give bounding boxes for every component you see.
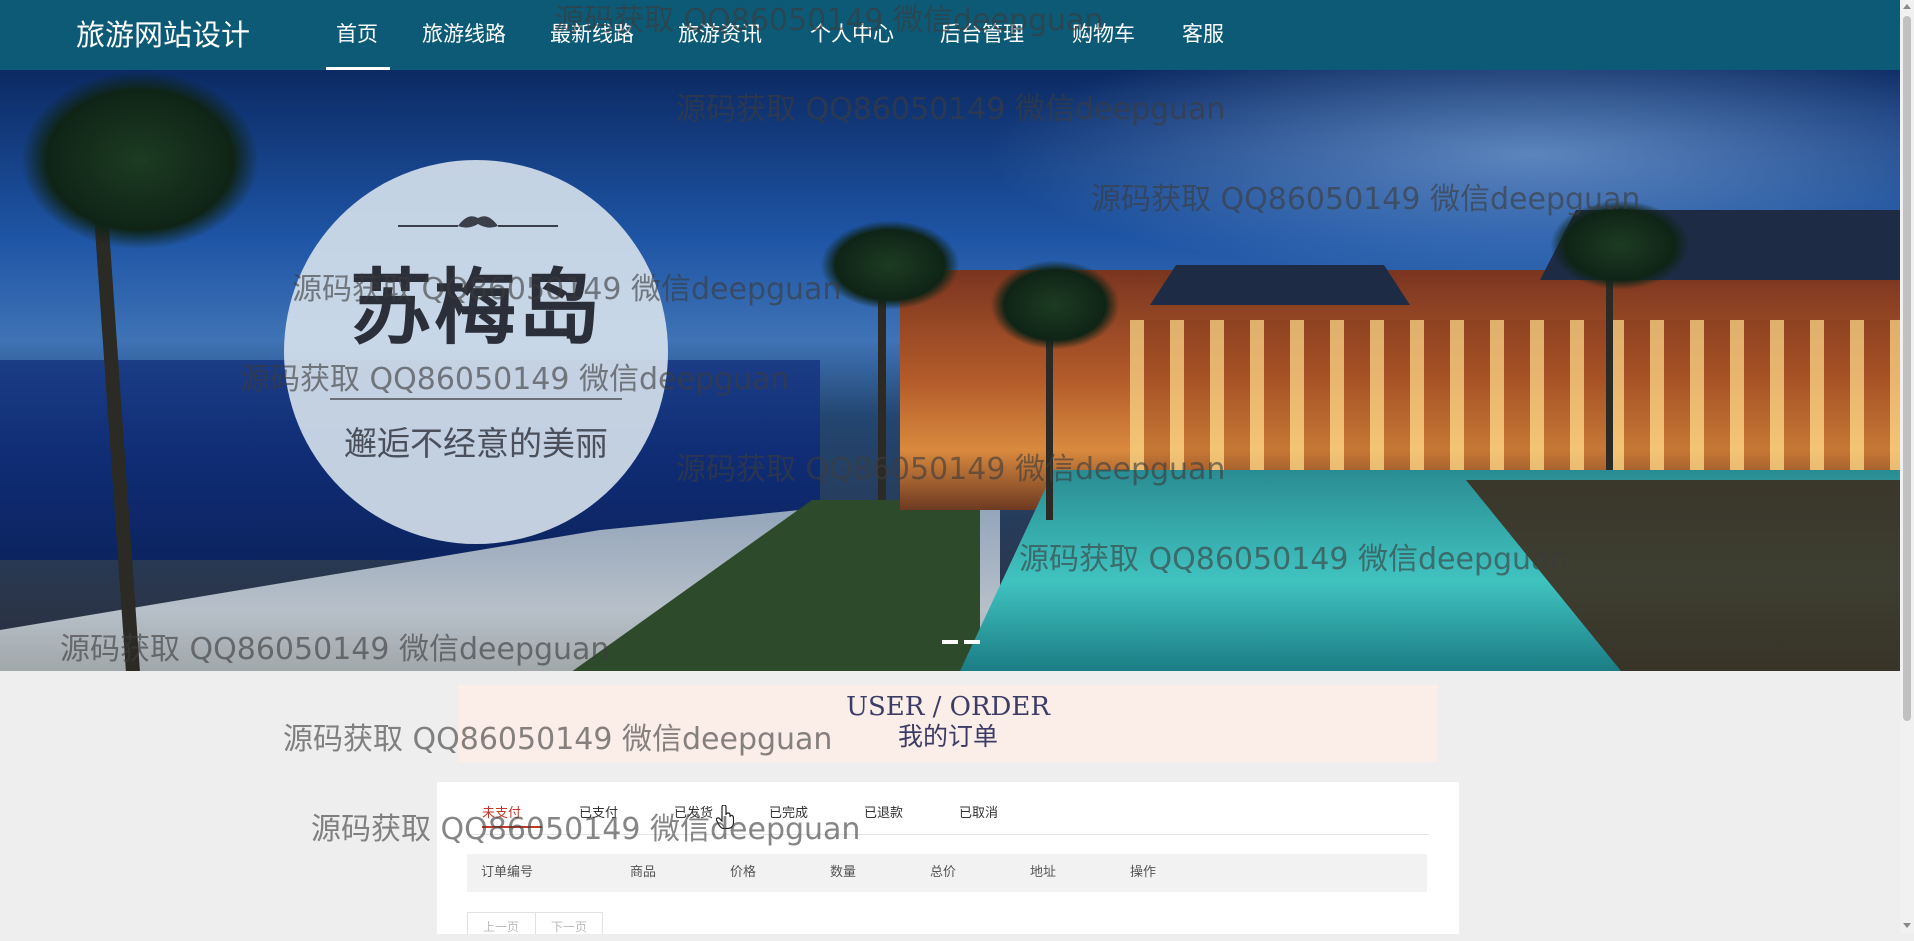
column-header: 价格 <box>730 865 757 880</box>
column-header: 操作 <box>1130 865 1157 880</box>
watermark-text: 源码获取 QQ86050149 微信deepguan <box>554 3 1104 38</box>
carousel-dot[interactable] <box>964 640 980 644</box>
pagination: 上一页 下一页 <box>467 912 603 935</box>
watermark-text: 源码获取 QQ86050149 微信deepguan <box>240 362 790 397</box>
nav-item-routes[interactable]: 旅游线路 <box>422 18 506 50</box>
prev-page-button[interactable]: 上一页 <box>468 913 534 935</box>
watermark-text: 源码获取 QQ86050149 微信deepguan <box>1091 182 1641 217</box>
scroll-thumb[interactable] <box>1903 16 1911 721</box>
order-title-en: USER / ORDER <box>846 692 1050 722</box>
column-header: 总价 <box>930 865 957 880</box>
badge-divider <box>330 398 622 400</box>
resort-roof <box>1150 265 1410 305</box>
watermark-text: 源码获取 QQ86050149 微信deepguan <box>311 812 861 847</box>
palm-fronds <box>990 260 1120 350</box>
watermark-text: 源码获取 QQ86050149 微信deepguan <box>676 92 1226 127</box>
nav-item-service[interactable]: 客服 <box>1182 18 1224 50</box>
watermark-text: 源码获取 QQ86050149 微信deepguan <box>283 722 833 757</box>
column-header: 地址 <box>1030 865 1057 880</box>
page-scrollbar[interactable] <box>1900 0 1914 934</box>
column-header: 数量 <box>830 865 857 880</box>
destination-subtitle: 邂逅不经意的美丽 <box>344 424 608 463</box>
watermark-text: 源码获取 QQ86050149 微信deepguan <box>60 632 610 667</box>
site-brand[interactable]: 旅游网站设计 <box>76 16 250 54</box>
scroll-up-icon[interactable] <box>1903 4 1911 9</box>
next-page-button[interactable]: 下一页 <box>535 913 602 935</box>
watermark-text: 源码获取 QQ86050149 微信deepguan <box>676 452 1226 487</box>
scroll-down-icon[interactable] <box>1903 923 1911 928</box>
watermark-text: 源码获取 QQ86050149 微信deepguan <box>292 272 842 307</box>
nav-item-home[interactable]: 首页 <box>336 18 378 50</box>
column-header: 订单编号 <box>481 865 534 880</box>
order-table-header: 订单编号 商品 价格 数量 总价 地址 操作 <box>467 854 1427 892</box>
tab-cancelled[interactable]: 已取消 <box>959 804 998 824</box>
carousel-dot[interactable] <box>942 640 958 644</box>
watermark-text: 源码获取 QQ86050149 微信deepguan <box>1019 542 1569 577</box>
tab-refunded[interactable]: 已退款 <box>864 804 903 824</box>
resort-lights <box>1130 320 1900 470</box>
order-panel: 未支付 已支付 已发货 已完成 已退款 已取消 订单编号 商品 价格 数量 总价… <box>437 782 1459 935</box>
palm-fronds <box>20 70 260 250</box>
column-header: 商品 <box>630 865 657 880</box>
ornament-icon <box>398 216 558 228</box>
